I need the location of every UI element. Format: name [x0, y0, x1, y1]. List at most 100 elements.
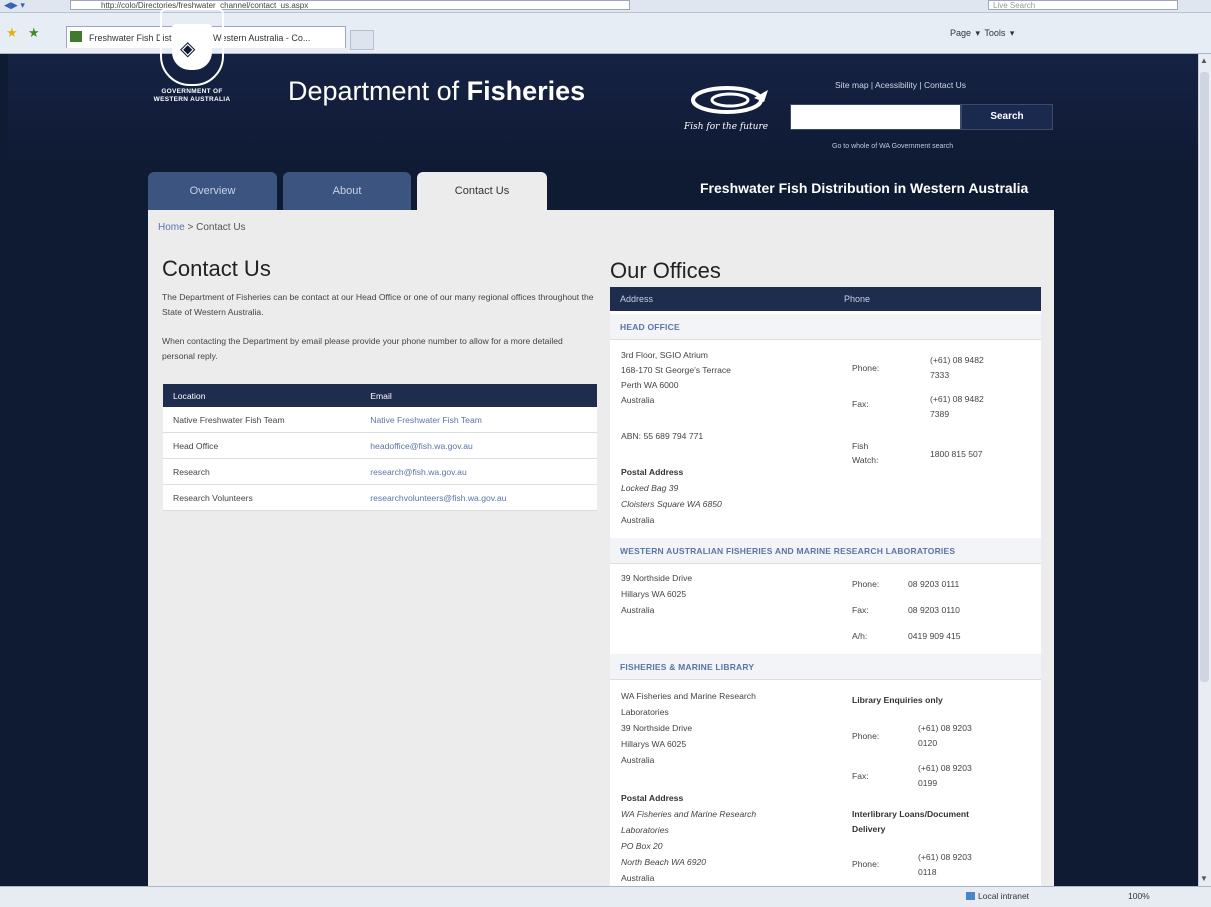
- dept-title-bold: Fisheries: [466, 76, 586, 106]
- head-office-fax: 7389: [930, 409, 950, 419]
- interlibrary-loans-label: Delivery: [852, 824, 886, 834]
- intranet-zone-icon: [966, 892, 975, 900]
- site-title: Freshwater Fish Distribution in Western …: [700, 180, 1029, 196]
- location-cell: Head Office: [163, 432, 361, 459]
- library-address-line: 39 Northside Drive: [621, 723, 693, 733]
- loans-phone: (+61) 08 9203: [918, 852, 972, 862]
- scrollbar-thumb[interactable]: [1200, 72, 1209, 682]
- breadcrumb-home-link[interactable]: Home: [158, 222, 185, 233]
- labs-address-line: Hillarys WA 6025: [621, 589, 687, 599]
- labs-phone: 08 9203 0111: [908, 579, 960, 589]
- fax-label: Fax:: [852, 605, 869, 615]
- table-row: Head Office headoffice@fish.wa.gov.au: [163, 432, 597, 459]
- library-postal-line: Laboratories: [621, 825, 669, 835]
- head-office-address-line: Perth WA 6000: [621, 380, 679, 390]
- table-header-row: Location Email: [163, 384, 597, 407]
- column-header-phone: Phone: [844, 294, 871, 304]
- head-office-abn: ABN: 55 689 794 771: [621, 431, 704, 441]
- head-office-postal-line: Cloisters Square WA 6850: [621, 499, 722, 509]
- library-phone: (+61) 08 9203: [918, 723, 972, 733]
- labs-address-line: Australia: [621, 605, 655, 615]
- phone-label: Phone:: [852, 363, 880, 373]
- fax-label: Fax:: [852, 399, 869, 409]
- email-link[interactable]: headoffice@fish.wa.gov.au: [360, 432, 597, 459]
- department-title: Department of Fisheries: [288, 76, 585, 107]
- loans-phone: 0118: [918, 867, 937, 877]
- site-search-input[interactable]: [790, 104, 961, 130]
- breadcrumb-current: Contact Us: [196, 222, 246, 233]
- phone-label: Phone:: [852, 579, 880, 589]
- black-swan-icon: ◈: [180, 38, 196, 60]
- security-zone-text: Local intranet: [978, 891, 1030, 901]
- offices-table-header: Address Phone: [610, 287, 1041, 311]
- afterhours-label: A/h:: [852, 631, 868, 641]
- tab-overview[interactable]: Overview: [148, 172, 277, 210]
- column-header-email: Email: [360, 384, 597, 407]
- dept-title-prefix: Department of: [288, 76, 460, 106]
- contact-email-paragraph: When contacting the Department by email …: [162, 336, 563, 361]
- email-link[interactable]: researchvolunteers@fish.wa.gov.au: [360, 484, 597, 511]
- head-office-address-line: Australia: [621, 395, 655, 405]
- fax-label: Fax:: [852, 771, 869, 781]
- section-research-labs: WESTERN AUSTRALIAN FISHERIES AND MARINE …: [610, 538, 1041, 564]
- labs-address-line: 39 Northside Drive: [621, 573, 693, 583]
- section-head-office: HEAD OFFICE: [610, 314, 1041, 340]
- library-fax: (+61) 08 9203: [918, 763, 972, 773]
- fishwatch-number: 1800 815 507: [930, 449, 983, 459]
- new-tab-button[interactable]: [350, 30, 374, 50]
- top-utility-links[interactable]: Site map | Acessibility | Contact Us: [835, 80, 966, 90]
- whole-gov-search-link[interactable]: Go to whole of WA Government search: [832, 143, 953, 150]
- search-button[interactable]: Search: [961, 104, 1053, 130]
- library-address-line: Laboratories: [621, 707, 669, 717]
- gov-line1: GOVERNMENT OF: [161, 88, 223, 95]
- head-office-phone: (+61) 08 9482: [930, 355, 984, 365]
- gov-line2: WESTERN AUSTRALIA: [153, 96, 231, 103]
- tab-contact-us[interactable]: Contact Us: [417, 172, 547, 210]
- back-forward-icon[interactable]: ◀▶ ▾: [4, 0, 25, 11]
- labs-afterhours: 0419 909 415: [908, 631, 961, 641]
- table-row: Research Volunteers researchvolunteers@f…: [163, 484, 597, 511]
- phone-label: Phone:: [852, 859, 880, 869]
- fishwatch-label: Fish: [852, 441, 869, 451]
- head-office-fax: (+61) 08 9482: [930, 394, 984, 404]
- location-cell: Research: [163, 458, 361, 485]
- tab-about[interactable]: About: [283, 172, 411, 210]
- head-office-postal-line: Australia: [621, 515, 655, 525]
- zoom-level[interactable]: 100%: [1128, 891, 1150, 901]
- phone-label: Phone:: [852, 731, 880, 741]
- library-postal-line: Australia: [621, 873, 655, 883]
- fish-swirl-logo-icon: [691, 86, 768, 114]
- library-postal-label: Postal Address: [621, 793, 684, 803]
- library-phone: 0120: [918, 738, 938, 748]
- library-postal-line: PO Box 20: [621, 841, 663, 851]
- table-row: Native Freshwater Fish Team Native Fresh…: [163, 407, 597, 433]
- interlibrary-loans-label: Interlibrary Loans/Document: [852, 809, 969, 819]
- browser-status-bar: [0, 886, 1211, 907]
- offices-heading: Our Offices: [610, 258, 721, 283]
- location-cell: Native Freshwater Fish Team: [163, 407, 361, 433]
- favorites-star-icon[interactable]: ★: [6, 25, 18, 41]
- labs-fax: 08 9203 0110: [908, 605, 960, 615]
- head-office-postal-label: Postal Address: [621, 467, 684, 477]
- contact-intro-paragraph: The Department of Fisheries can be conta…: [162, 292, 594, 317]
- command-bar[interactable]: Page ▾ Tools ▾: [950, 28, 1014, 39]
- contact-table: Location Email Native Freshwater Fish Te…: [163, 384, 597, 511]
- wa-government-crest-logo[interactable]: ◈ GOVERNMENT OF WESTERN AUSTRALIA: [142, 8, 242, 108]
- site-favicon-icon: [70, 31, 82, 42]
- scroll-down-icon[interactable]: ▼: [1200, 874, 1208, 883]
- library-postal-line: WA Fisheries and Marine Research: [621, 809, 757, 819]
- email-link[interactable]: research@fish.wa.gov.au: [360, 458, 597, 485]
- scroll-up-icon[interactable]: ▲: [1200, 56, 1208, 65]
- tagline: Fish for the future: [684, 122, 769, 132]
- column-header-location: Location: [163, 384, 361, 407]
- library-address-line: Hillarys WA 6025: [621, 739, 687, 749]
- head-office-postal-line: Locked Bag 39: [621, 483, 679, 493]
- breadcrumb: Home > Contact Us: [158, 222, 246, 233]
- library-fax: 0199: [918, 778, 938, 788]
- fishwatch-label: Watch:: [852, 455, 879, 465]
- live-search-input[interactable]: Live Search: [988, 0, 1178, 10]
- email-link[interactable]: Native Freshwater Fish Team: [360, 407, 597, 433]
- section-library: FISHERIES & MARINE LIBRARY: [610, 654, 1041, 680]
- breadcrumb-separator: >: [184, 222, 197, 233]
- add-favorites-icon[interactable]: ★: [28, 25, 40, 41]
